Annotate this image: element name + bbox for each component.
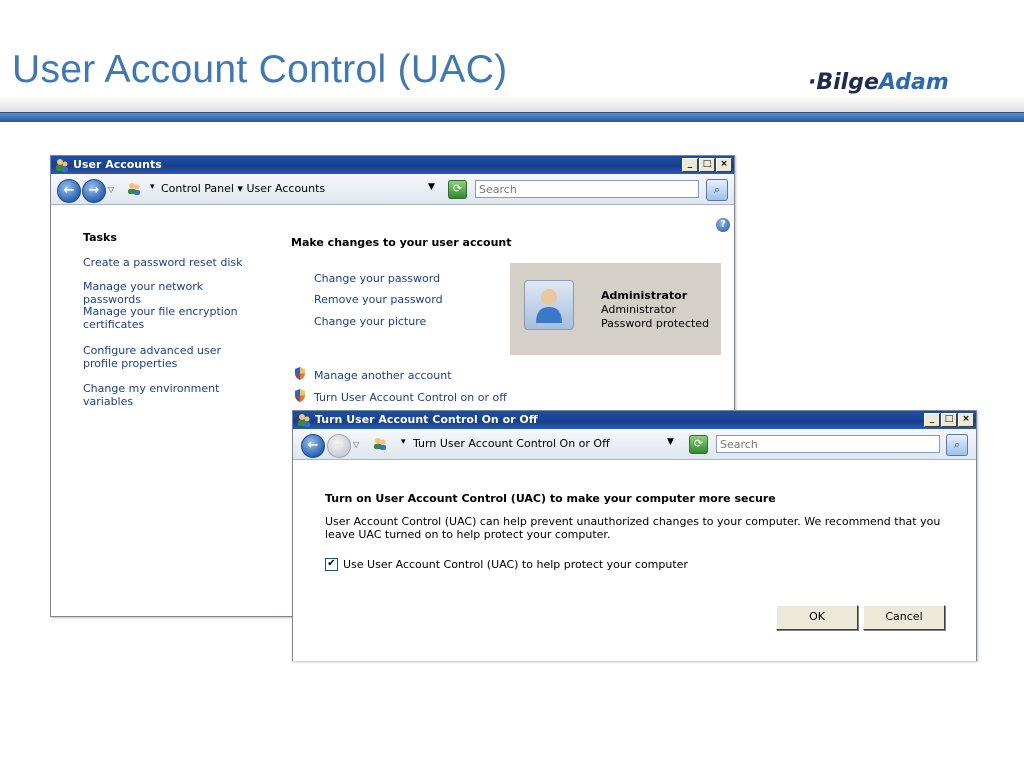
cancel-button[interactable]: Cancel xyxy=(863,605,945,630)
minimize-button[interactable]: _ xyxy=(924,413,940,427)
user-accounts-icon xyxy=(56,159,68,172)
change-picture-link[interactable]: Change your picture xyxy=(314,315,426,328)
refresh-button[interactable]: ⟳ xyxy=(448,180,467,199)
logo-part1: ·Bilge xyxy=(808,70,879,95)
recent-pages-dropdown-icon[interactable]: ▽ xyxy=(108,185,114,194)
breadcrumb[interactable]: Turn User Account Control On or Off xyxy=(413,437,610,450)
search-input[interactable]: Search xyxy=(716,435,940,453)
task-manage-network-passwords[interactable]: Manage your network passwords xyxy=(83,280,263,306)
uac-shield-icon xyxy=(295,389,305,402)
uac-settings-window: Turn User Account Control On or Off _ □ … xyxy=(292,410,977,661)
user-name: Administrator xyxy=(601,289,688,302)
user-silhouette-icon xyxy=(536,289,562,323)
uac-checkbox-label[interactable]: Use User Account Control (UAC) to help p… xyxy=(343,558,688,571)
control-panel-icon xyxy=(128,183,140,195)
header-shadow xyxy=(0,96,1024,112)
breadcrumb-dropdown-icon[interactable]: ▾ xyxy=(150,182,155,192)
forward-button[interactable]: → xyxy=(82,179,106,203)
search-button[interactable]: ⌕ xyxy=(706,179,728,201)
ok-button[interactable]: OK xyxy=(776,605,858,630)
main-heading: Make changes to your user account xyxy=(291,236,512,249)
breadcrumb-dropdown-icon[interactable]: ▾ xyxy=(401,437,406,447)
bilgeadam-logo: ·BilgeAdam xyxy=(808,70,949,95)
task-manage-encryption-certificates[interactable]: Manage your file encryption certificates xyxy=(83,305,243,331)
maximize-button[interactable]: □ xyxy=(699,158,715,172)
task-create-reset-disk[interactable]: Create a password reset disk xyxy=(83,256,263,269)
close-button[interactable]: × xyxy=(958,413,974,427)
header-divider-bar xyxy=(0,112,1024,122)
breadcrumb[interactable]: Control Panel ▾ User Accounts xyxy=(161,182,325,195)
address-bar: ← → ▽ ▾ Control Panel ▾ User Accounts ▼ … xyxy=(51,174,734,205)
avatar xyxy=(524,280,574,330)
window-title: Turn User Account Control On or Off xyxy=(315,413,538,426)
back-button[interactable]: ← xyxy=(301,434,325,458)
search-button[interactable]: ⌕ xyxy=(946,434,968,456)
search-input[interactable]: Search xyxy=(475,180,699,198)
task-environment-variables[interactable]: Change my environment variables xyxy=(83,382,263,408)
help-icon[interactable]: ? xyxy=(716,218,730,232)
address-bar: ← → ▽ ▾ Turn User Account Control On or … xyxy=(293,429,976,460)
remove-password-link[interactable]: Remove your password xyxy=(314,293,443,306)
turn-uac-on-off-link[interactable]: Turn User Account Control on or off xyxy=(314,391,507,404)
uac-heading: Turn on User Account Control (UAC) to ma… xyxy=(325,492,776,505)
uac-shield-icon xyxy=(295,367,305,380)
task-configure-user-profile[interactable]: Configure advanced user profile properti… xyxy=(83,344,258,370)
user-accounts-icon xyxy=(298,414,310,427)
back-button[interactable]: ← xyxy=(57,179,81,203)
manage-another-account-link[interactable]: Manage another account xyxy=(314,369,452,382)
user-accounts-titlebar[interactable]: User Accounts _ □ × xyxy=(51,156,734,174)
change-password-link[interactable]: Change your password xyxy=(314,272,440,285)
maximize-button[interactable]: □ xyxy=(941,413,957,427)
window-title: User Accounts xyxy=(73,158,162,171)
control-panel-icon xyxy=(374,438,386,450)
recent-pages-dropdown-icon[interactable]: ▽ xyxy=(353,440,359,449)
user-card: Administrator Administrator Password pro… xyxy=(510,263,721,355)
minimize-button[interactable]: _ xyxy=(682,158,698,172)
close-button[interactable]: × xyxy=(716,158,732,172)
user-role: Administrator xyxy=(601,303,676,316)
uac-checkbox[interactable]: ✔ xyxy=(325,558,338,571)
uac-description: User Account Control (UAC) can help prev… xyxy=(325,515,941,541)
tasks-heading: Tasks xyxy=(83,231,117,244)
address-dropdown-icon[interactable]: ▼ xyxy=(667,437,674,447)
refresh-button[interactable]: ⟳ xyxy=(689,435,708,454)
address-dropdown-icon[interactable]: ▼ xyxy=(428,182,435,192)
uac-titlebar[interactable]: Turn User Account Control On or Off _ □ … xyxy=(293,411,976,429)
logo-part2: Adam xyxy=(878,70,949,95)
forward-button[interactable]: → xyxy=(327,434,351,458)
user-status: Password protected xyxy=(601,317,710,330)
slide-title: User Account Control (UAC) xyxy=(12,48,508,91)
